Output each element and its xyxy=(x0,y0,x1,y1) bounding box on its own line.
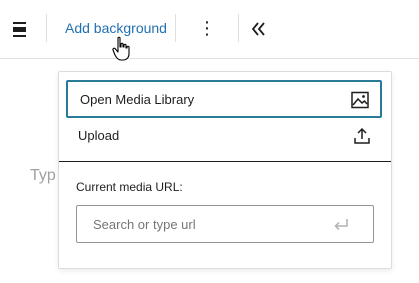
more-vertical-icon: ⋮ xyxy=(198,18,216,38)
open-media-library-item[interactable]: Open Media Library xyxy=(66,80,382,118)
toolbar-divider xyxy=(46,14,47,42)
toolbar-divider xyxy=(238,14,239,42)
collapse-toolbar-button[interactable] xyxy=(248,18,270,40)
media-url-input[interactable] xyxy=(76,205,374,243)
image-icon xyxy=(351,91,369,109)
upload-label: Upload xyxy=(78,128,120,143)
toolbar-divider xyxy=(175,14,176,42)
open-media-library-label: Open Media Library xyxy=(80,92,195,107)
enter-icon[interactable] xyxy=(332,217,350,233)
block-placeholder-text: Typ xyxy=(30,167,56,184)
add-background-button[interactable]: Add background xyxy=(65,20,167,36)
upload-icon xyxy=(354,127,370,144)
upload-item[interactable]: Upload xyxy=(66,118,382,156)
more-options-button[interactable]: ⋮ xyxy=(196,14,218,42)
hand-pointer-icon xyxy=(112,36,130,61)
background-media-popover: Open Media Library Upload Current media … xyxy=(58,71,392,269)
popover-separator xyxy=(59,161,391,162)
block-toolbar: Add background ⋮ xyxy=(0,0,419,59)
align-button[interactable] xyxy=(6,16,34,42)
chevron-double-left-icon xyxy=(251,22,265,36)
current-media-url-label: Current media URL: xyxy=(76,180,183,194)
